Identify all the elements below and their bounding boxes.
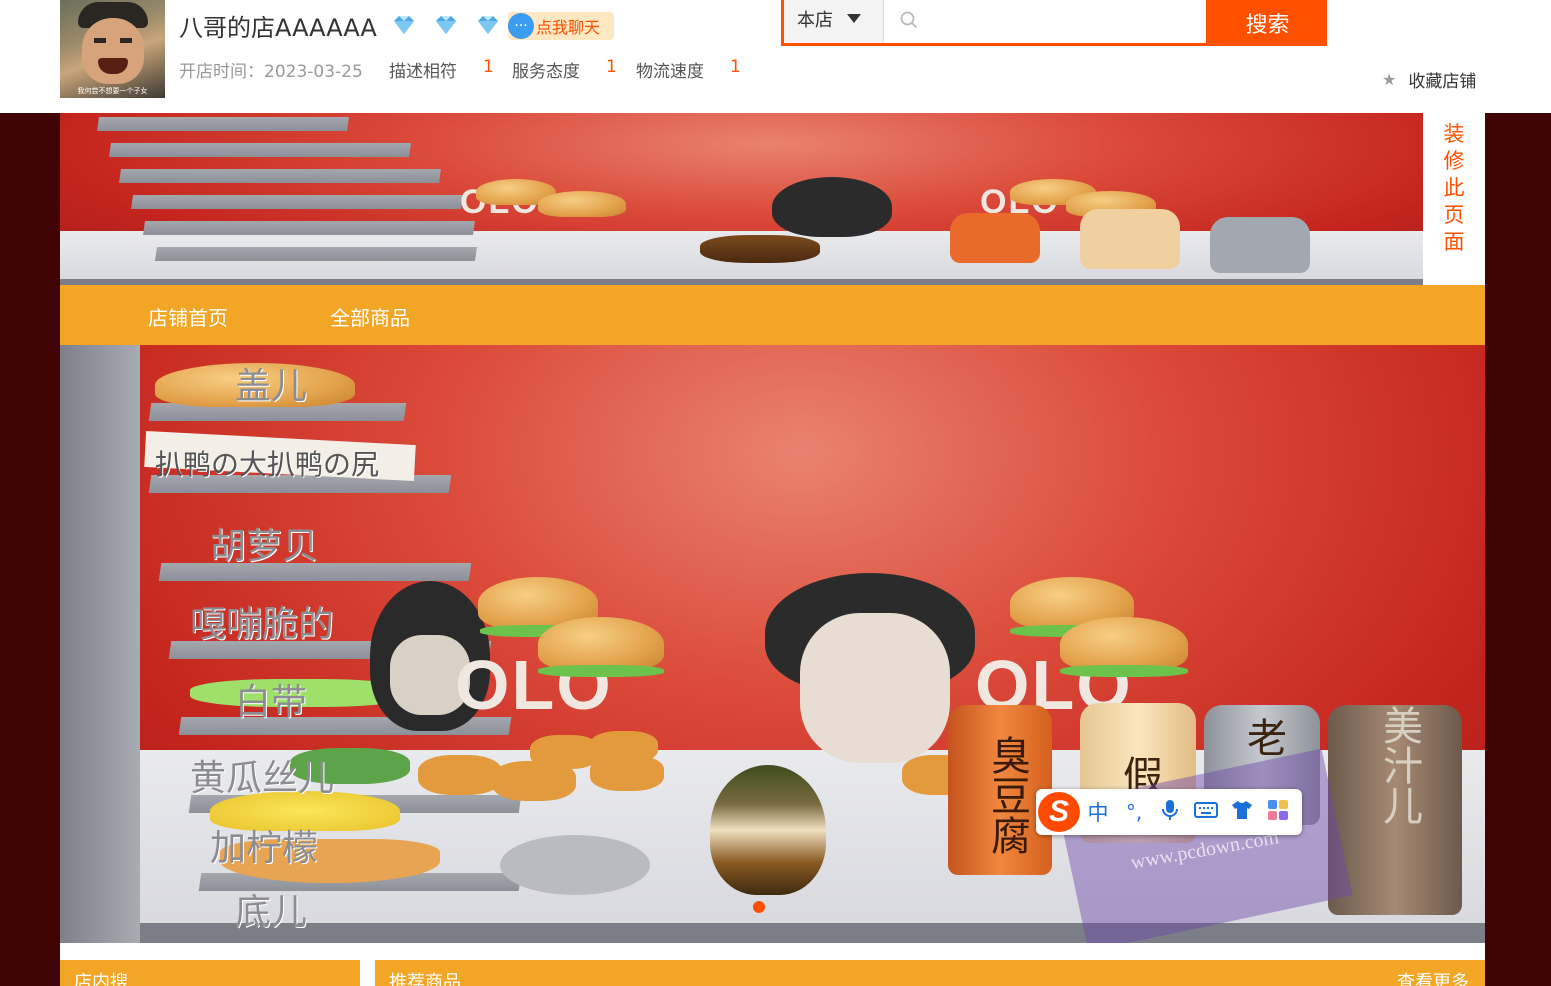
- open-time: 开店时间：2023-03-25: [179, 57, 363, 82]
- search-scope-dropdown[interactable]: 本店: [784, 0, 884, 43]
- open-time-value: 2023-03-25: [264, 62, 363, 82]
- ime-toolbar: S 中 °,: [1036, 789, 1302, 835]
- diamond-icon: [394, 16, 414, 34]
- favorite-shop-label: 收藏店铺: [1408, 72, 1477, 92]
- shirt-icon[interactable]: [1224, 800, 1260, 825]
- favorite-shop-button[interactable]: ★ 收藏店铺: [1382, 67, 1476, 92]
- shop-banner-image: OLO OLO: [60, 113, 1423, 285]
- rating-label-description: 描述相符: [389, 62, 457, 82]
- shelf-label: 扒鸭の大扒鸭の尻: [155, 448, 380, 481]
- decorate-page-label: 装修此页面: [1443, 122, 1465, 254]
- shop-name[interactable]: 八哥的店AAAAAA: [179, 8, 377, 43]
- open-time-label: 开店时间：: [179, 62, 264, 82]
- rating-label-service: 服务态度: [512, 62, 580, 82]
- shelf-label: 白带: [235, 682, 308, 723]
- search-input[interactable]: [929, 4, 1199, 38]
- shop-search-panel-header: 店内搜: [60, 960, 360, 986]
- shop-header: 我何尝不想要一个子女 八哥的店AAAAAA ··· 点我聊天 开店时间：2023…: [0, 0, 1551, 113]
- search-button[interactable]: 搜索: [1208, 0, 1327, 46]
- chat-bubble-icon: ···: [508, 13, 534, 39]
- recommended-panel-header: 推荐商品 查看更多: [375, 960, 1485, 986]
- nav-item-all-products[interactable]: 全部商品: [330, 302, 410, 331]
- chat-button[interactable]: ··· 点我聊天: [508, 12, 614, 40]
- shelf-label: 黄瓜丝儿: [190, 758, 335, 799]
- ime-punctuation-mode[interactable]: °,: [1116, 800, 1152, 824]
- chat-button-label: 点我聊天: [536, 18, 601, 37]
- rating-value-service: 1: [606, 57, 617, 77]
- mic-icon[interactable]: [1152, 799, 1188, 826]
- diamond-icon: [436, 16, 456, 34]
- shop-nav: 店铺首页 全部商品: [60, 285, 1485, 345]
- recommended-panel-title: 推荐商品: [389, 972, 461, 986]
- shelf-label: 胡萝贝: [210, 526, 319, 567]
- caret-down-icon: [847, 14, 861, 23]
- star-icon: ★: [1382, 70, 1397, 89]
- search-scope-label: 本店: [797, 10, 833, 31]
- keyboard-icon[interactable]: [1188, 800, 1224, 824]
- diamond-icon: [478, 16, 498, 34]
- carousel-slide-image[interactable]: 盖儿 扒鸭の大扒鸭の尻 胡萝贝 嘎嘣脆的 白带 黄瓜丝儿 加柠檬 底儿 OLO …: [60, 345, 1485, 943]
- view-more-link[interactable]: 查看更多: [1397, 968, 1469, 986]
- search-icon: [900, 11, 918, 29]
- shop-avatar[interactable]: 我何尝不想要一个子女: [60, 0, 165, 98]
- ime-chinese-mode[interactable]: 中: [1080, 797, 1116, 827]
- nav-item-home[interactable]: 店铺首页: [148, 302, 228, 331]
- rating-label-logistics: 物流速度: [636, 62, 704, 82]
- carousel-indicator-dot[interactable]: [753, 901, 765, 913]
- shelf-label: 底儿: [235, 892, 308, 933]
- rating-value-logistics: 1: [730, 57, 741, 77]
- decorate-page-button[interactable]: 装修此页面: [1423, 113, 1485, 285]
- rating-value-description: 1: [483, 57, 494, 77]
- bottle-label: 老: [1240, 717, 1286, 757]
- avatar-caption: 我何尝不想要一个子女: [77, 87, 148, 95]
- bottle-label: 臭豆腐: [984, 735, 1030, 855]
- bottle-label: 美汁儿: [1376, 705, 1422, 825]
- grid-icon[interactable]: [1260, 799, 1296, 826]
- sogou-logo-icon[interactable]: S: [1038, 792, 1080, 832]
- shelf-label: 加柠檬: [210, 828, 319, 869]
- shop-search-panel-title: 店内搜: [74, 972, 128, 986]
- shelf-label: 盖儿: [235, 366, 308, 407]
- search-box: 本店: [781, 0, 1209, 46]
- shelf-label: 嘎嘣脆的: [190, 604, 335, 645]
